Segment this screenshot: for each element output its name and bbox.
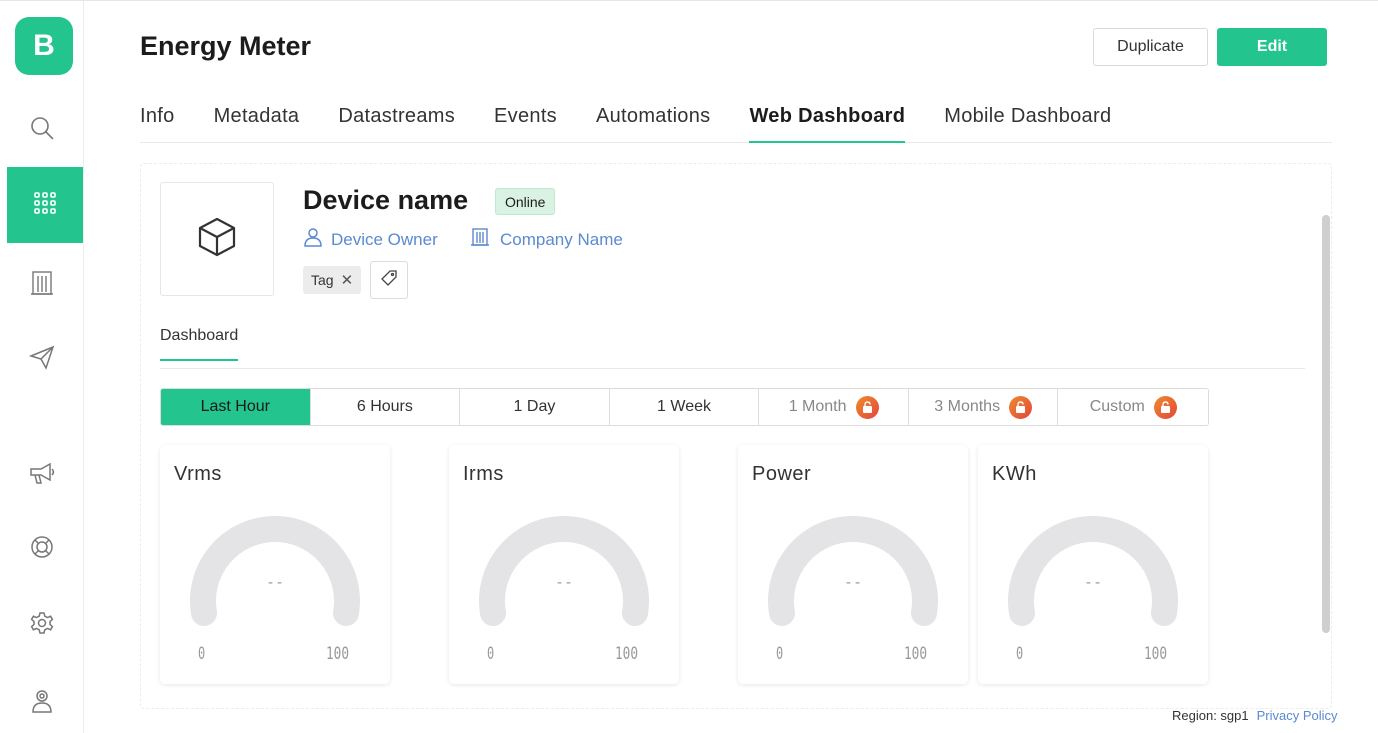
sidebar-item-templates[interactable]	[7, 167, 83, 243]
megaphone-icon[interactable]	[22, 453, 62, 493]
duplicate-button[interactable]: Duplicate	[1093, 28, 1208, 66]
divider	[160, 368, 1305, 369]
tab-datastreams[interactable]: Datastreams	[338, 101, 455, 143]
period-label: 1 Day	[513, 398, 556, 415]
tab-automations[interactable]: Automations	[596, 101, 710, 143]
period-label: Last Hour	[200, 398, 270, 415]
gauge-widget-kwh[interactable]: KWh -- 0 100	[978, 445, 1208, 684]
gauge-widget-vrms[interactable]: Vrms -- 0 100	[160, 445, 390, 684]
gauge-max: 100	[326, 644, 350, 664]
tab-web-dashboard[interactable]: Web Dashboard	[749, 101, 906, 143]
app-root: B Energy Meter Duplicate Edit Info Metad…	[0, 0, 1378, 733]
scrollbar[interactable]	[1322, 215, 1330, 633]
period-custom[interactable]: Custom	[1058, 389, 1208, 425]
privacy-policy-link[interactable]: Privacy Policy	[1257, 708, 1338, 723]
region-label: Region: sgp1	[1172, 708, 1249, 723]
gauge-max: 100	[615, 644, 639, 664]
add-tag-button[interactable]	[370, 261, 408, 299]
tag-chip: Tag ✕	[303, 266, 362, 294]
period-1-week[interactable]: 1 Week	[609, 389, 760, 425]
period-1-month[interactable]: 1 Month	[759, 389, 909, 425]
gauge-max: 100	[904, 644, 928, 664]
period-last-hour[interactable]: Last Hour	[161, 389, 311, 425]
tab-events[interactable]: Events	[494, 101, 557, 143]
user-icon[interactable]	[22, 681, 62, 721]
time-range-selector: Last Hour 6 Hours 1 Day 1 Week 1 Month 3…	[160, 388, 1209, 426]
period-3-months[interactable]: 3 Months	[908, 389, 1059, 425]
device-owner-link[interactable]: Device Owner	[303, 227, 438, 252]
gauge-value: --	[265, 573, 285, 591]
lock-icon	[1009, 395, 1033, 419]
send-icon[interactable]	[22, 337, 62, 377]
gauge-min: 0	[776, 644, 784, 664]
tab-metadata[interactable]: Metadata	[214, 101, 300, 143]
period-label: 1 Week	[657, 398, 711, 415]
lock-icon	[1153, 395, 1177, 419]
template-tabs: Info Metadata Datastreams Events Automat…	[140, 101, 1332, 143]
gear-icon[interactable]	[22, 603, 62, 643]
footer: Region: sgp1 Privacy Policy	[1172, 708, 1338, 723]
building-icon[interactable]	[22, 263, 62, 303]
gauge-arc	[190, 516, 360, 626]
page-title: Energy Meter	[140, 31, 312, 61]
sidebar: B	[0, 1, 84, 733]
widget-title: KWh	[992, 463, 1037, 485]
gauge-arc	[768, 516, 938, 626]
gauge-min: 0	[1016, 644, 1024, 664]
widget-title: Irms	[463, 463, 504, 485]
period-1-day[interactable]: 1 Day	[460, 389, 610, 425]
widget-title: Vrms	[174, 463, 222, 485]
gauge-arc	[479, 516, 649, 626]
gauge-arc	[1008, 516, 1178, 626]
device-image[interactable]	[160, 182, 274, 296]
edit-button[interactable]: Edit	[1217, 28, 1327, 66]
tab-mobile-dashboard[interactable]: Mobile Dashboard	[944, 101, 1111, 143]
gauge-min: 0	[198, 644, 206, 664]
lock-icon	[855, 395, 879, 419]
grid-icon	[33, 191, 57, 220]
period-6-hours[interactable]: 6 Hours	[310, 389, 461, 425]
period-label: 3 Months	[934, 398, 1001, 415]
tag-remove-icon[interactable]: ✕	[341, 271, 354, 289]
device-owner-label: Device Owner	[331, 229, 438, 249]
gauge-value: --	[1083, 573, 1103, 591]
company-name-label: Company Name	[500, 229, 623, 249]
dashboard-tab[interactable]: Dashboard	[160, 327, 239, 361]
gauge-max: 100	[1144, 644, 1168, 664]
status-badge: Online	[495, 188, 556, 215]
gauge-widget-irms[interactable]: Irms -- 0 100	[449, 445, 679, 684]
building-icon	[470, 227, 490, 252]
period-label: 1 Month	[788, 398, 847, 415]
gauge-min: 0	[487, 644, 495, 664]
person-icon	[303, 227, 323, 252]
gauge-value: --	[843, 573, 863, 591]
gauge-widget-power[interactable]: Power -- 0 100	[738, 445, 968, 684]
period-label: Custom	[1089, 398, 1145, 415]
device-name: Device name	[303, 185, 469, 215]
gauge-value: --	[554, 573, 574, 591]
tab-info[interactable]: Info	[140, 101, 175, 143]
company-name-link[interactable]: Company Name	[470, 227, 623, 252]
widget-title: Power	[752, 463, 812, 485]
period-label: 6 Hours	[356, 398, 413, 415]
search-icon[interactable]	[22, 108, 62, 148]
cube-icon	[195, 215, 239, 264]
tag-label: Tag	[311, 272, 334, 288]
lifebuoy-icon[interactable]	[22, 527, 62, 567]
logo[interactable]: B	[15, 17, 73, 75]
tag-icon	[381, 269, 397, 291]
